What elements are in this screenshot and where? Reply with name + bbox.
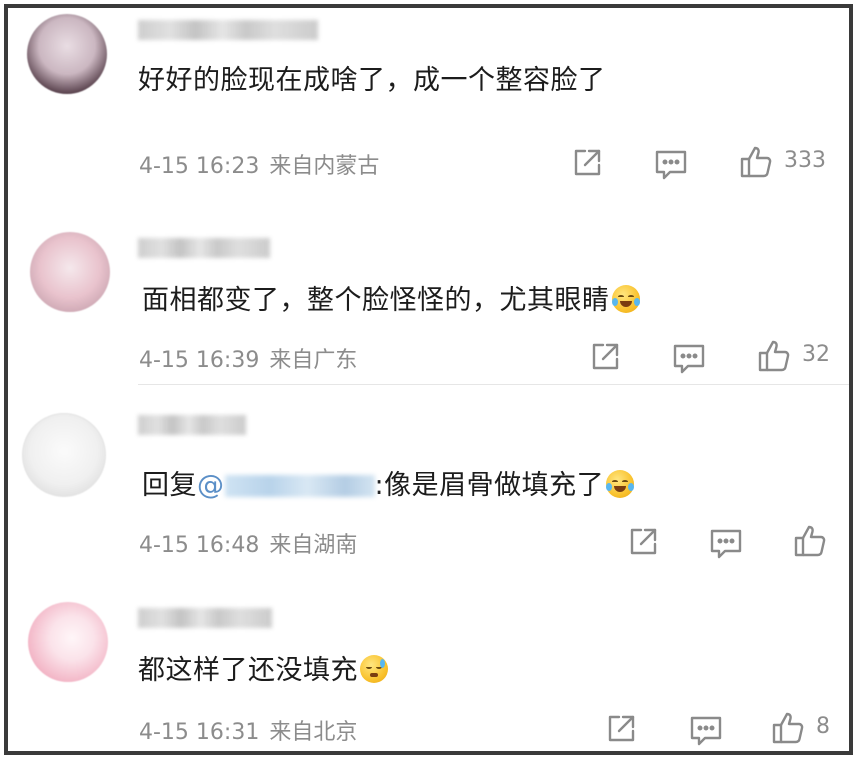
avatar[interactable]: [27, 14, 107, 94]
comment-icon[interactable]: [653, 148, 689, 182]
mention-at[interactable]: @: [197, 470, 225, 501]
comment-icon[interactable]: [671, 342, 707, 376]
avatar[interactable]: [30, 232, 110, 312]
comment-location: 来自湖南: [269, 533, 358, 558]
reply-prefix: 回复: [142, 470, 197, 501]
comment-time: 4-15 16:39: [139, 348, 260, 373]
comment-text: 好好的脸现在成啥了，成一个整容脸了: [138, 58, 606, 97]
thumbs-up-icon[interactable]: [756, 338, 792, 374]
username-blurred[interactable]: [138, 20, 318, 40]
comment-meta: 4-15 16:23 来自内蒙古: [139, 148, 379, 180]
share-icon[interactable]: [588, 340, 622, 374]
thumbs-up-icon[interactable]: [792, 523, 828, 559]
comment-icon[interactable]: [688, 714, 724, 748]
share-icon[interactable]: [626, 525, 660, 559]
laugh-crying-emoji: [611, 285, 640, 313]
comment-body: 都这样了还没填充: [138, 655, 358, 686]
comment-body: 好好的脸现在成啥了，成一个整容脸了: [138, 65, 606, 96]
comment-meta: 4-15 16:31 来自北京: [139, 714, 357, 746]
comment-time: 4-15 16:23: [139, 154, 260, 179]
username-blurred[interactable]: [138, 238, 270, 258]
comment-location: 来自北京: [269, 720, 358, 745]
comment-list: 好好的脸现在成啥了，成一个整容脸了 4-15 16:23 来自内蒙古 333 面相…: [4, 4, 853, 755]
comment-item: 好好的脸现在成啥了，成一个整容脸了 4-15 16:23 来自内蒙古 333: [8, 8, 849, 198]
username-blurred[interactable]: [138, 608, 272, 628]
mention-username-blurred[interactable]: [224, 475, 375, 497]
comment-body: :像是眉骨做填充了: [374, 470, 605, 501]
comment-item: 回复@ :像是眉骨做填充了 4-15 16:48 来自湖南: [8, 385, 849, 575]
like-count: 32: [802, 342, 830, 367]
comment-text: 面相都变了，整个脸怪怪的，尤其眼睛: [142, 278, 640, 317]
avatar[interactable]: [28, 602, 108, 682]
share-icon[interactable]: [570, 146, 604, 180]
comment-text: 都这样了还没填充: [138, 648, 388, 687]
comment-item: 都这样了还没填充 4-15 16:31 来自北京 8: [8, 580, 849, 751]
comment-text: 回复@ :像是眉骨做填充了: [142, 463, 635, 502]
thumbs-up-icon[interactable]: [738, 144, 774, 180]
sweat-emoji: [360, 655, 388, 683]
avatar[interactable]: [22, 413, 106, 497]
comment-item: 面相都变了，整个脸怪怪的，尤其眼睛 4-15 16:39 来自广东 32: [8, 198, 849, 385]
comment-time: 4-15 16:48: [139, 533, 260, 558]
comment-meta: 4-15 16:39 来自广东: [139, 342, 357, 374]
laugh-crying-emoji: [606, 470, 635, 498]
comment-meta: 4-15 16:48 来自湖南: [139, 527, 357, 559]
comment-location: 来自广东: [269, 348, 358, 373]
like-count: 333: [784, 148, 826, 173]
comment-body: 面相都变了，整个脸怪怪的，尤其眼睛: [142, 285, 610, 316]
thumbs-up-icon[interactable]: [770, 710, 806, 746]
comment-icon[interactable]: [708, 527, 744, 561]
like-count: 8: [816, 714, 830, 739]
share-icon[interactable]: [604, 712, 638, 746]
comment-time: 4-15 16:31: [139, 720, 260, 745]
comment-location: 来自内蒙古: [269, 154, 380, 179]
username-blurred[interactable]: [138, 415, 246, 435]
